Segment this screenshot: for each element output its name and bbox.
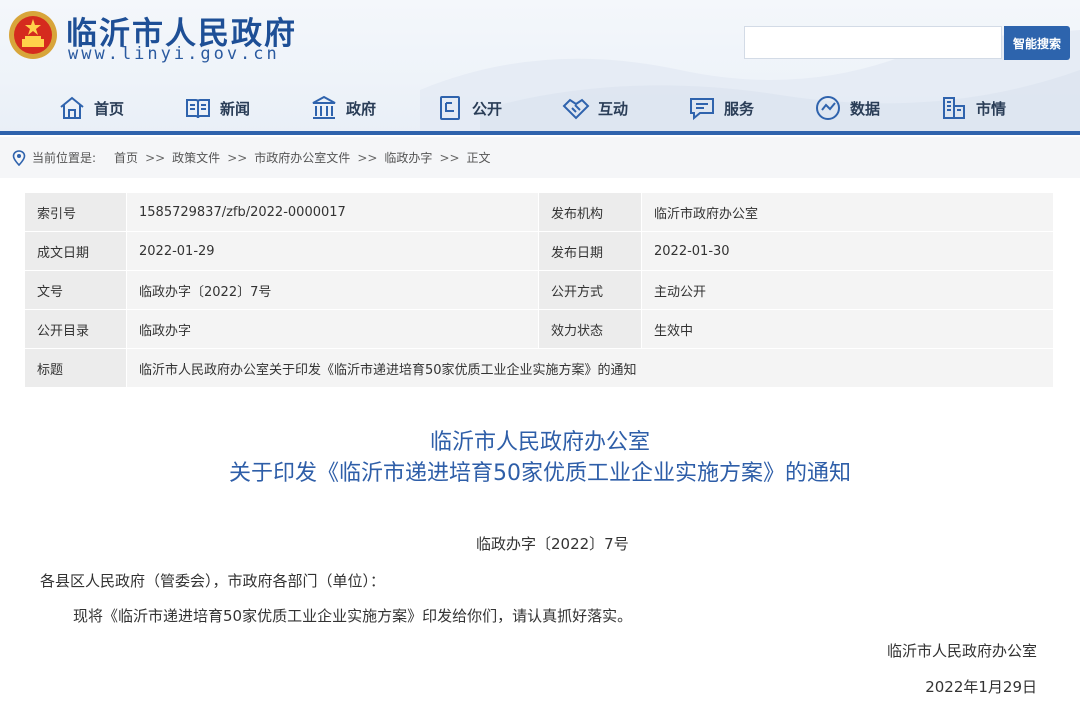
- table-row: 公开目录 临政办字 效力状态 生效中: [24, 309, 1054, 349]
- breadcrumb: 当前位置是: 首页 >> 政策文件 >> 市政府办公室文件 >> 临政办字 >>…: [0, 137, 1080, 178]
- nav-item-data[interactable]: 数据: [814, 88, 880, 128]
- meta-key: 成文日期: [24, 231, 127, 271]
- meta-value: 生效中: [641, 309, 1054, 349]
- disclosure-icon: [440, 96, 460, 120]
- meta-key: 发布日期: [538, 231, 642, 271]
- nav-item-government[interactable]: 政府: [310, 88, 376, 128]
- nav-label: 互动: [598, 99, 629, 118]
- document-body: 现将《临沂市递进培育50家优质工业企业实施方案》印发给你们，请认真抓好落实。: [73, 607, 633, 625]
- breadcrumb-home[interactable]: 首页: [114, 149, 138, 166]
- meta-key: 效力状态: [538, 309, 642, 349]
- nav-item-news[interactable]: 新闻: [184, 88, 250, 128]
- nav-item-city-info[interactable]: 市情: [940, 88, 1006, 128]
- meta-key: 索引号: [24, 192, 127, 232]
- meta-value: 临政办字〔2022〕7号: [126, 270, 539, 310]
- breadcrumb-category[interactable]: 临政办字: [384, 149, 432, 166]
- nav-item-service[interactable]: 服务: [688, 88, 754, 128]
- nav-label: 公开: [472, 99, 503, 118]
- breadcrumb-separator: >>: [357, 150, 378, 165]
- meta-value: 主动公开: [641, 270, 1054, 310]
- nav-label: 政府: [346, 99, 377, 118]
- smart-search-button[interactable]: 智能搜索: [1004, 26, 1070, 60]
- main-nav: 首页 新闻 政府 公开 互动 服务 数据 市情: [0, 88, 1080, 128]
- handshake-icon: [562, 98, 590, 120]
- meta-title-value: 临沂市人民政府办公室关于印发《临沂市递进培育50家优质工业企业实施方案》的通知: [126, 348, 1054, 388]
- table-row: 标题 临沂市人民政府办公室关于印发《临沂市递进培育50家优质工业企业实施方案》的…: [24, 348, 1054, 388]
- nav-label: 市情: [976, 99, 1007, 118]
- nav-label: 数据: [850, 99, 881, 118]
- breadcrumb-separator: >>: [145, 150, 166, 165]
- document-title-line1: 临沂市人民政府办公室: [429, 430, 650, 455]
- service-chat-icon: [690, 98, 714, 121]
- nav-item-home[interactable]: 首页: [58, 88, 124, 128]
- data-globe-icon: [816, 96, 840, 120]
- site-header: 临沂市人民政府 www.linyi.gov.cn 智能搜索 首页 新闻 政府 公…: [0, 0, 1080, 133]
- location-pin-icon: [12, 149, 26, 166]
- document-date: 2022年1月29日: [925, 678, 1037, 696]
- nav-item-disclosure[interactable]: 公开: [436, 88, 502, 128]
- nav-item-interaction[interactable]: 互动: [562, 88, 628, 128]
- national-emblem-icon: [9, 11, 57, 59]
- table-row: 文号 临政办字〔2022〕7号 公开方式 主动公开: [24, 270, 1054, 310]
- document-title-line2: 关于印发《临沂市递进培育50家优质工业企业实施方案》的通知: [229, 461, 851, 486]
- table-row: 成文日期 2022-01-29 发布日期 2022-01-30: [24, 231, 1054, 271]
- breadcrumb-office-docs[interactable]: 市政府办公室文件: [254, 149, 350, 166]
- document-meta-table: 索引号 1585729837/zfb/2022-0000017 发布机构 临沂市…: [24, 192, 1054, 388]
- breadcrumb-label: 当前位置是:: [32, 151, 97, 165]
- nav-label: 首页: [94, 99, 125, 118]
- meta-value: 2022-01-29: [126, 231, 539, 271]
- meta-key: 公开方式: [538, 270, 642, 310]
- breadcrumb-separator: >>: [439, 150, 460, 165]
- news-icon: [186, 99, 210, 119]
- nav-label: 新闻: [220, 99, 251, 118]
- nav-label: 服务: [724, 99, 755, 118]
- document-signature: 临沂市人民政府办公室: [886, 642, 1037, 660]
- table-row: 索引号 1585729837/zfb/2022-0000017 发布机构 临沂市…: [24, 192, 1054, 232]
- search-input[interactable]: [744, 26, 1002, 59]
- meta-key: 标题: [24, 348, 127, 388]
- nav-divider: [0, 131, 1080, 135]
- breadcrumb-policy-docs[interactable]: 政策文件: [172, 149, 220, 166]
- site-domain: www.linyi.gov.cn: [68, 44, 280, 64]
- meta-value: 临沂市政府办公室: [641, 192, 1054, 232]
- meta-key: 公开目录: [24, 309, 127, 349]
- breadcrumb-separator: >>: [227, 150, 248, 165]
- home-icon: [60, 96, 84, 119]
- meta-value: 1585729837/zfb/2022-0000017: [126, 192, 539, 232]
- meta-value: 临政办字: [126, 309, 539, 349]
- document-number: 临政办字〔2022〕7号: [476, 535, 629, 553]
- meta-key: 文号: [24, 270, 127, 310]
- breadcrumb-current: 正文: [466, 151, 491, 165]
- document-addressee: 各县区人民政府（管委会），市政府各部门（单位）：: [40, 572, 386, 590]
- meta-key: 发布机构: [538, 192, 642, 232]
- meta-value: 2022-01-30: [641, 231, 1054, 271]
- city-building-icon: [943, 97, 965, 119]
- government-building-icon: [312, 95, 336, 119]
